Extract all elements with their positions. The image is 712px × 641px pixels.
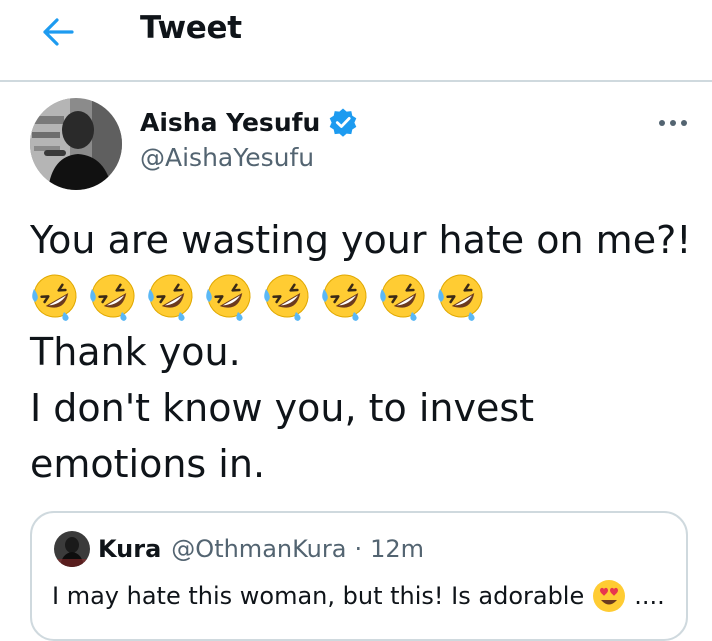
quoted-author-name: Kura xyxy=(98,535,162,563)
rofl-emoji-icon xyxy=(262,271,312,321)
quoted-tweet-ellipsis: .... xyxy=(634,582,665,610)
verified-badge-icon xyxy=(328,107,358,137)
author-name-row: Aisha Yesufu xyxy=(140,104,358,140)
quoted-author-avatar[interactable] xyxy=(54,531,90,567)
rofl-emoji-icon xyxy=(436,271,486,321)
more-options-button[interactable] xyxy=(656,110,690,136)
tweet-text-line: I don't know you, to invest xyxy=(30,386,535,430)
tweet-text: You are wasting your hate on me?! Thank … xyxy=(30,212,692,492)
quoted-tweet-card[interactable]: Kura @OthmanKura · 12m I may hate this w… xyxy=(30,511,688,641)
quoted-author-handle: @OthmanKura xyxy=(171,535,347,563)
rofl-emoji-icon xyxy=(30,271,80,321)
rofl-emoji-icon xyxy=(378,271,428,321)
emoji-row xyxy=(30,268,690,324)
more-horizontal-icon xyxy=(656,110,690,136)
rofl-emoji-icon xyxy=(88,271,138,321)
quoted-timestamp: 12m xyxy=(370,535,424,563)
tweet-text-line: Thank you. xyxy=(30,330,241,374)
rofl-emoji-icon xyxy=(204,271,254,321)
top-bar: Tweet xyxy=(0,0,712,82)
tweet-text-line: emotions in. xyxy=(30,442,266,486)
quoted-tweet-text-body: I may hate this woman, but this! Is ador… xyxy=(52,582,585,610)
page-title: Tweet xyxy=(140,10,242,46)
arrow-left-icon xyxy=(40,14,76,50)
author-avatar[interactable] xyxy=(30,98,122,190)
quoted-tweet-header: Kura @OthmanKura · 12m xyxy=(98,531,424,567)
author-name[interactable]: Aisha Yesufu xyxy=(140,108,320,137)
dot-separator: · xyxy=(354,535,363,563)
author-handle[interactable]: @AishaYesufu xyxy=(140,143,314,172)
rofl-emoji-icon xyxy=(146,271,196,321)
rofl-emoji-icon xyxy=(320,271,370,321)
back-button[interactable] xyxy=(40,14,76,50)
tweet-text-line: You are wasting your hate on me?! xyxy=(30,218,692,262)
